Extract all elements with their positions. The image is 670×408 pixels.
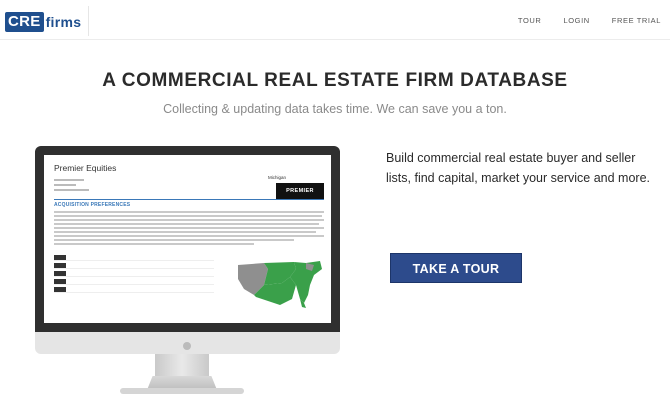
pitch-text: Build commercial real estate buyer and s… [386, 151, 650, 185]
take-a-tour-button[interactable]: TAKE A TOUR [390, 253, 522, 283]
screen-table-row [54, 255, 214, 261]
hero-title: A COMMERCIAL REAL ESTATE FIRM DATABASE [102, 70, 568, 91]
hero-subtitle: Collecting & updating data takes time. W… [163, 102, 507, 116]
logo-mark: CRE [5, 12, 44, 32]
monitor-neck [155, 354, 209, 378]
screen-table-row [54, 271, 214, 277]
monitor-chin-dot [183, 342, 191, 350]
monitor-screen: Premier Equities Michigan PREMIER ACQUIS… [44, 155, 331, 323]
monitor-base [120, 388, 244, 394]
screen-text-line [54, 231, 316, 233]
screen-text-line [54, 215, 322, 217]
logo-wordmark: firms [45, 14, 82, 30]
screen-firm-name: Premier Equities [54, 163, 117, 173]
screen-section-heading: ACQUISITION PREFERENCES [54, 202, 131, 208]
nav-link-tour[interactable]: TOUR [518, 16, 542, 25]
screen-text-line [54, 219, 324, 221]
screen-text-line [54, 227, 324, 229]
screen-text-line [54, 239, 294, 241]
screen-text-line [54, 235, 324, 237]
top-nav: CRE firms TOUR LOGIN FREE TRIAL [0, 0, 670, 40]
screen-line [54, 184, 76, 186]
screen-firm-logo: PREMIER [276, 183, 324, 199]
nav-divider [88, 6, 89, 36]
screen-line [54, 189, 89, 191]
logo[interactable]: CRE firms [5, 11, 81, 33]
screen-line [54, 179, 84, 181]
screen-text-line [54, 223, 319, 225]
nav-link-free-trial[interactable]: FREE TRIAL [612, 16, 661, 25]
screen-text-line [54, 243, 254, 245]
screen-rule [54, 199, 324, 200]
monitor-illustration: Premier Equities Michigan PREMIER ACQUIS… [35, 146, 340, 354]
screen-text-line [54, 211, 324, 213]
screen-location: Michigan [268, 175, 287, 180]
nav-link-login[interactable]: LOGIN [563, 16, 589, 25]
screen-table-row [54, 263, 214, 269]
us-map-icon [238, 261, 322, 308]
nav-links: TOUR LOGIN FREE TRIAL [518, 16, 661, 25]
screen-table-row [54, 279, 214, 285]
screen-table-row [54, 287, 214, 293]
